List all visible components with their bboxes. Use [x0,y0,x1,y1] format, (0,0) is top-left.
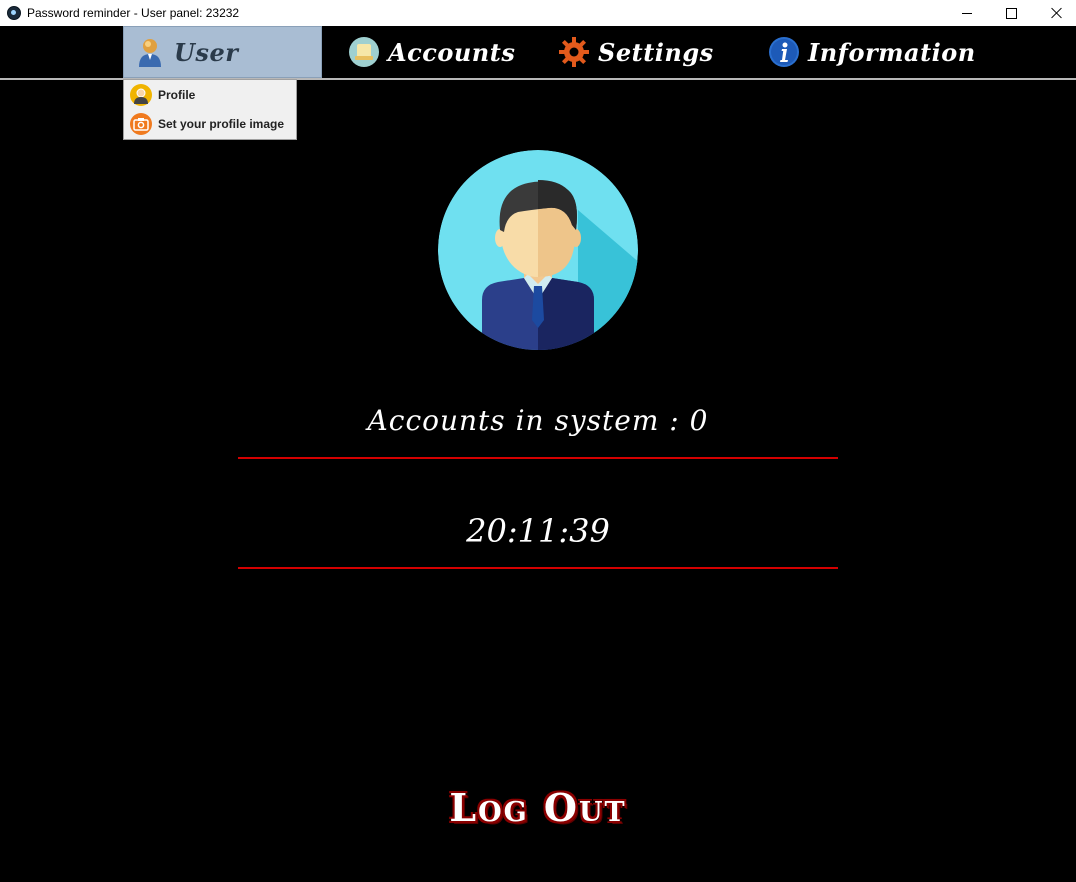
maximize-icon [1005,7,1017,19]
window-title: Password reminder - User panel: 23232 [27,6,240,20]
menu-settings-label: Settings [598,37,714,67]
menu-item-profile[interactable]: Profile [124,80,296,109]
title-bar: Password reminder - User panel: 23232 [0,0,1076,26]
profile-icon [130,83,152,106]
user-icon [134,36,166,68]
menu-accounts[interactable]: Accounts [338,26,515,78]
menu-settings[interactable]: Settings [548,26,714,78]
menu-user-label: User [174,37,239,67]
menu-bar: User Accounts Settings Information [0,26,1076,80]
maximize-button[interactable] [988,0,1034,26]
menu-accounts-label: Accounts [388,37,516,67]
menu-item-profile-label: Profile [158,87,196,102]
accounts-icon [348,36,380,68]
gear-icon [558,36,590,68]
close-icon [1051,7,1063,19]
divider [238,457,838,459]
close-button[interactable] [1034,0,1076,26]
logout-button[interactable]: Log Out [0,785,1076,830]
camera-icon [130,112,152,135]
info-icon [768,36,800,68]
accounts-count-text: Accounts in system : 0 [367,404,709,437]
minimize-icon [962,12,972,14]
divider [238,567,838,569]
clock-text: 20:11:39 [466,512,610,550]
user-dropdown-menu: Profile Set your profile image [123,79,297,140]
menu-item-set-profile-image-label: Set your profile image [158,116,285,131]
menu-user[interactable]: User [123,26,322,78]
app-icon [7,6,21,20]
menu-item-set-profile-image[interactable]: Set your profile image [124,109,296,138]
minimize-button[interactable] [944,0,990,26]
avatar [438,150,638,350]
avatar-icon [438,150,638,350]
menu-information-label: Information [808,37,976,67]
menu-information[interactable]: Information [758,26,976,78]
